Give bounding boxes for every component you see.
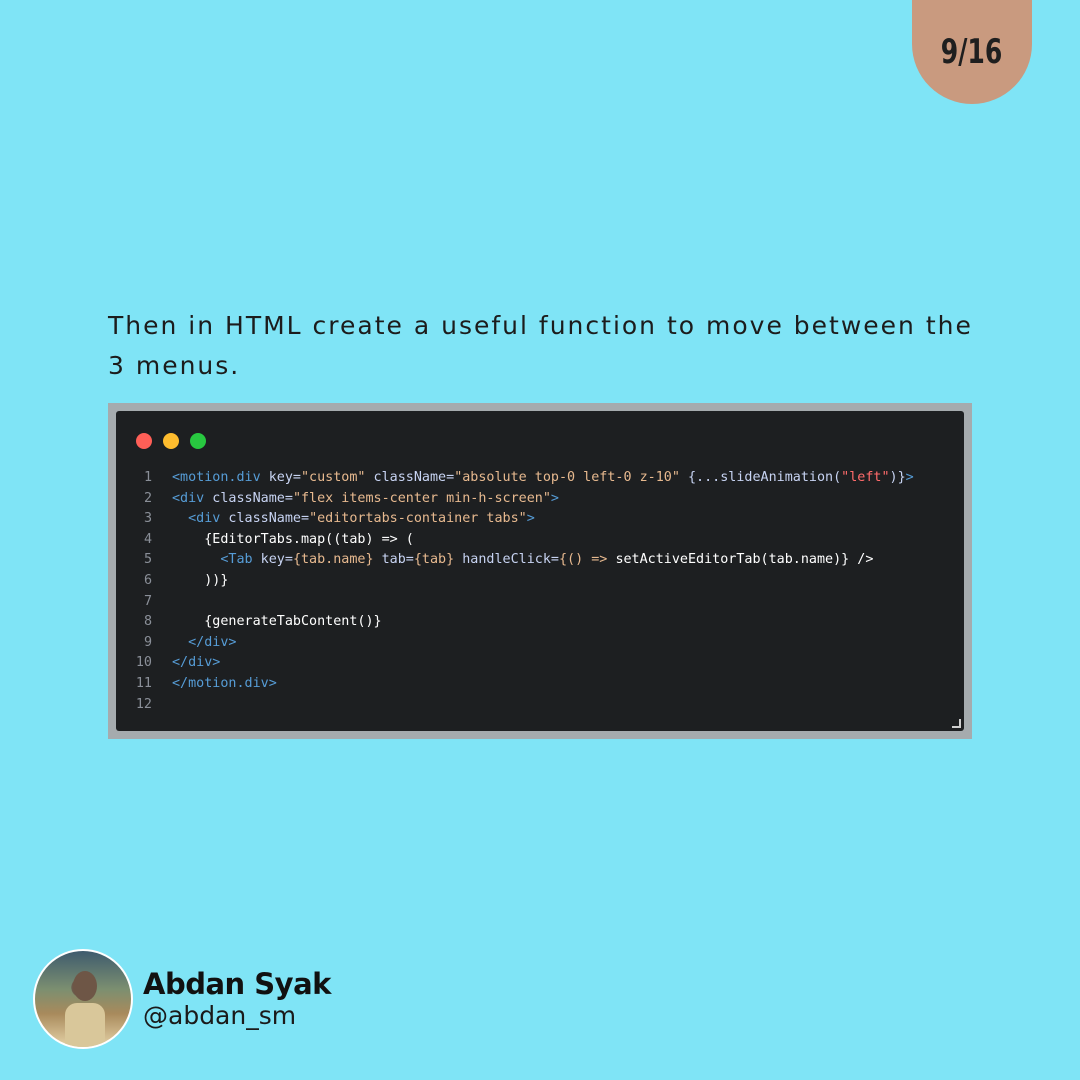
code-line: 6 ))} xyxy=(116,571,914,592)
line-number: 12 xyxy=(135,696,152,712)
line-number: 7 xyxy=(143,593,152,609)
author-name: Abdan Syak xyxy=(143,967,331,1001)
code-line: 3 <div className="editortabs-container t… xyxy=(116,509,914,530)
code-token: > xyxy=(550,490,559,506)
line-number: 3 xyxy=(143,511,152,527)
code-token: <motion.div xyxy=(172,470,261,485)
code-token: </motion.div> xyxy=(172,675,277,691)
code-token: "editortabs-container tabs" xyxy=(309,511,527,527)
line-number: 1 xyxy=(143,470,152,485)
close-dot-icon xyxy=(136,433,152,449)
code-token: {...slideAnimation( xyxy=(679,470,842,485)
page-indicator-badge: 9/16 xyxy=(912,0,1032,104)
code-token: key= xyxy=(260,470,301,485)
code-token: <div xyxy=(172,490,205,506)
code-token: tab= xyxy=(373,552,414,568)
code-token: {EditorTabs.map((tab) => ( xyxy=(172,531,414,547)
code-token: handleClick= xyxy=(454,552,559,568)
code-token: ))} xyxy=(172,572,229,588)
code-line: 11 </motion.div> xyxy=(116,674,914,695)
code-line: 10 </div> xyxy=(116,653,914,674)
code-token: <div xyxy=(172,511,221,527)
code-token: {tab} xyxy=(413,552,455,568)
line-number: 5 xyxy=(143,552,152,568)
line-number: 6 xyxy=(143,572,152,588)
zoom-dot-icon xyxy=(190,433,206,449)
code-token: className= xyxy=(220,511,310,527)
code-token: setActiveEditorTab(tab.name)} /> xyxy=(615,552,874,568)
intro-text: Then in HTML create a useful function to… xyxy=(108,311,973,380)
code-token: "absolute top-0 left-0 z-10" xyxy=(454,470,680,485)
code-line: 8 {generateTabContent()} xyxy=(116,612,914,633)
code-line: 1 <motion.div key="custom" className="abs… xyxy=(116,468,914,489)
code-token: )} xyxy=(889,470,906,485)
code-token: <Tab xyxy=(172,552,253,568)
code-screenshot-frame: 1 <motion.div key="custom" className="abs… xyxy=(108,403,972,739)
window-controls xyxy=(136,433,206,449)
avatar xyxy=(33,949,133,1049)
code-token: > xyxy=(905,470,914,485)
code-line: 9 </div> xyxy=(116,633,914,654)
minimize-dot-icon xyxy=(163,433,179,449)
line-number: 8 xyxy=(143,614,152,630)
code-token: {tab.name} xyxy=(292,552,374,568)
code-token: className= xyxy=(204,490,293,506)
code-token: "custom" xyxy=(301,470,366,485)
code-token: </div> xyxy=(172,655,221,671)
code-token: key= xyxy=(252,552,293,568)
code-line: 2 <div className="flex items-center min-h… xyxy=(116,489,914,510)
line-number: 9 xyxy=(143,634,152,650)
code-line: 4 {EditorTabs.map((tab) => ( xyxy=(116,530,914,551)
author-handle: @abdan_sm xyxy=(143,1001,297,1030)
code-line: 12 xyxy=(116,695,914,716)
code-token: "flex items-center min-h-screen" xyxy=(292,490,551,506)
author-card: Abdan Syak @abdan_sm xyxy=(33,949,331,1049)
line-number: 4 xyxy=(143,531,152,547)
code-token: {generateTabContent()} xyxy=(172,614,382,630)
code-token: > xyxy=(526,511,535,527)
code-token: className= xyxy=(365,470,455,485)
resize-handle-icon[interactable] xyxy=(952,719,961,728)
code-token: {() => xyxy=(559,552,616,568)
page-indicator: 9/16 xyxy=(941,32,1003,72)
code-line: 5 <Tab key={tab.name} tab={tab} handleCl… xyxy=(116,550,914,571)
code-line: 7 xyxy=(116,592,914,613)
code-token: </div> xyxy=(172,634,237,650)
line-number: 10 xyxy=(135,655,152,671)
line-number: 2 xyxy=(143,490,152,506)
line-number: 11 xyxy=(135,675,152,691)
code-window: 1 <motion.div key="custom" className="abs… xyxy=(116,411,964,731)
code-block: 1 <motion.div key="custom" className="abs… xyxy=(116,468,914,715)
code-token: "left" xyxy=(841,470,890,485)
